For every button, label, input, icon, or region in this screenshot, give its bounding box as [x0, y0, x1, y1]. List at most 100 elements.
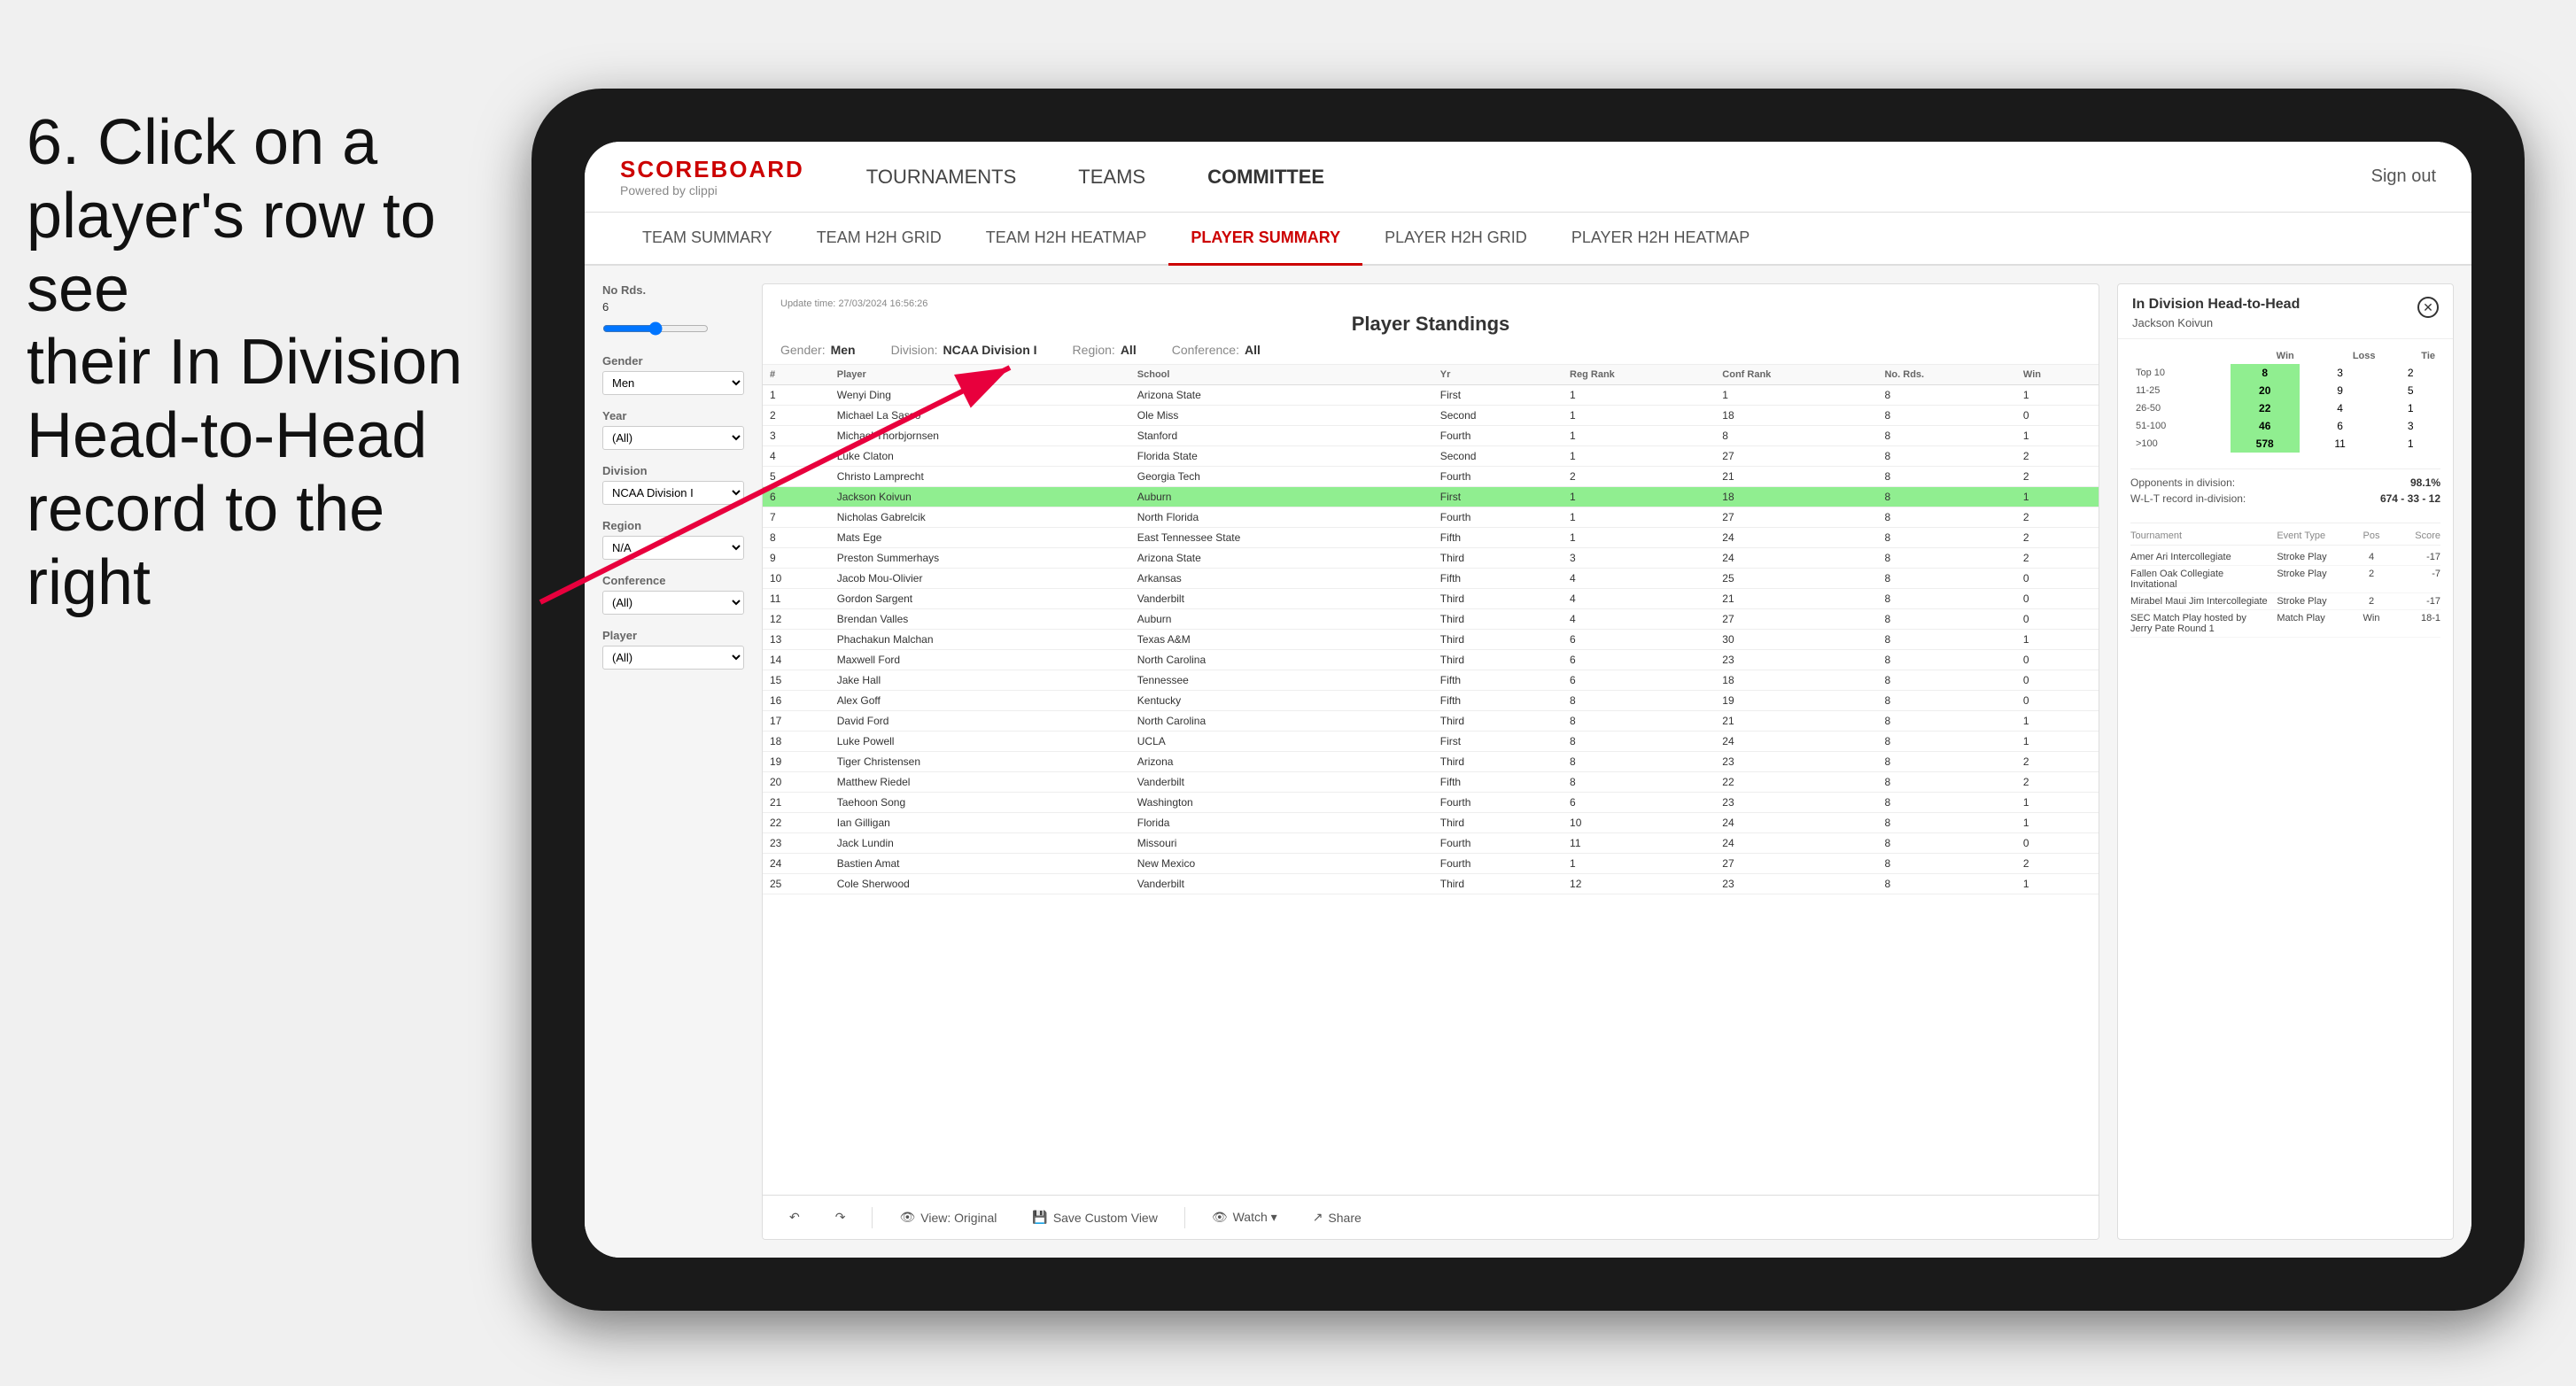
table-row[interactable]: 8 Mats Ege East Tennessee State Fifth 1 …: [763, 528, 2099, 548]
cell-reg: 10: [1563, 813, 1715, 833]
cell-win: 0: [2016, 406, 2099, 426]
cell-conf: 21: [1715, 711, 1877, 732]
table-row[interactable]: 11 Gordon Sargent Vanderbilt Third 4 21 …: [763, 589, 2099, 609]
player-select[interactable]: (All): [602, 646, 744, 670]
sidebar-year: Year (All): [602, 409, 744, 450]
cell-player: Gordon Sargent: [830, 589, 1130, 609]
cell-player: Jake Hall: [830, 670, 1130, 691]
sub-nav-player-h2h-heatmap[interactable]: PLAYER H2H HEATMAP: [1549, 213, 1772, 266]
table-row[interactable]: 21 Taehoon Song Washington Fourth 6 23 8…: [763, 793, 2099, 813]
cell-player: Bastien Amat: [830, 854, 1130, 874]
sign-out-button[interactable]: Sign out: [2371, 166, 2436, 187]
cell-reg: 6: [1563, 670, 1715, 691]
table-row[interactable]: 7 Nicholas Gabrelcik North Florida Fourt…: [763, 507, 2099, 528]
sidebar-conference: Conference (All): [602, 574, 744, 615]
cell-conf: 23: [1715, 752, 1877, 772]
cell-reg: 8: [1563, 711, 1715, 732]
h2h-label: 26-50: [2130, 399, 2231, 417]
cell-reg: 8: [1563, 752, 1715, 772]
standings-table: # Player School Yr Reg Rank Conf Rank No…: [763, 365, 2099, 894]
table-row[interactable]: 9 Preston Summerhays Arizona State Third…: [763, 548, 2099, 569]
h2h-win: 20: [2231, 382, 2300, 399]
sub-nav-player-h2h-grid[interactable]: PLAYER H2H GRID: [1362, 213, 1549, 266]
table-row[interactable]: 1 Wenyi Ding Arizona State First 1 1 8 1: [763, 385, 2099, 406]
watch-btn[interactable]: 👁 Watch ▾: [1203, 1206, 1286, 1228]
redo-btn[interactable]: ↷: [826, 1206, 855, 1228]
table-row[interactable]: 22 Ian Gilligan Florida Third 10 24 8 1: [763, 813, 2099, 833]
cell-rds: 8: [1877, 833, 2015, 854]
sub-nav-team-h2h-grid[interactable]: TEAM H2H GRID: [795, 213, 964, 266]
h2h-divider-1: [2130, 468, 2440, 469]
cell-reg: 6: [1563, 650, 1715, 670]
nav-committee[interactable]: COMMITTEE: [1199, 142, 1333, 213]
division-select[interactable]: NCAA Division I: [602, 481, 744, 505]
table-row[interactable]: 2 Michael La Sasso Ole Miss Second 1 18 …: [763, 406, 2099, 426]
h2h-close-btn[interactable]: ✕: [2417, 297, 2439, 318]
cell-conf: 27: [1715, 507, 1877, 528]
cell-player: Brendan Valles: [830, 609, 1130, 630]
cell-num: 10: [763, 569, 830, 589]
h2h-win: 8: [2231, 364, 2300, 382]
panel-filters: Gender: Men Division: NCAA Division I Re…: [780, 343, 2081, 357]
cell-num: 7: [763, 507, 830, 528]
table-row[interactable]: 13 Phachakun Malchan Texas A&M Third 6 3…: [763, 630, 2099, 650]
table-row[interactable]: 19 Tiger Christensen Arizona Third 8 23 …: [763, 752, 2099, 772]
cell-win: 0: [2016, 569, 2099, 589]
nav-tournaments[interactable]: TOURNAMENTS: [857, 142, 1026, 213]
table-row[interactable]: 17 David Ford North Carolina Third 8 21 …: [763, 711, 2099, 732]
cell-school: East Tennessee State: [1130, 528, 1433, 548]
table-row[interactable]: 16 Alex Goff Kentucky Fifth 8 19 8 0: [763, 691, 2099, 711]
table-scroll: # Player School Yr Reg Rank Conf Rank No…: [763, 365, 2099, 1195]
table-row[interactable]: 12 Brendan Valles Auburn Third 4 27 8 0: [763, 609, 2099, 630]
table-row[interactable]: 5 Christo Lamprecht Georgia Tech Fourth …: [763, 467, 2099, 487]
table-row[interactable]: 18 Luke Powell UCLA First 8 24 8 1: [763, 732, 2099, 752]
cell-num: 12: [763, 609, 830, 630]
cell-rds: 8: [1877, 752, 2015, 772]
table-row[interactable]: 20 Matthew Riedel Vanderbilt Fifth 8 22 …: [763, 772, 2099, 793]
cell-reg: 1: [1563, 854, 1715, 874]
table-row[interactable]: 4 Luke Claton Florida State Second 1 27 …: [763, 446, 2099, 467]
cell-win: 1: [2016, 711, 2099, 732]
region-select[interactable]: N/A: [602, 536, 744, 560]
view-btn[interactable]: 👁 View: Original: [890, 1206, 1005, 1228]
logo-text: SCOREBOARD: [620, 156, 804, 183]
nav-teams[interactable]: TEAMS: [1069, 142, 1154, 213]
undo-btn[interactable]: ↶: [780, 1206, 809, 1228]
cell-yr: Third: [1433, 589, 1563, 609]
conference-select[interactable]: (All): [602, 591, 744, 615]
sub-nav-team-h2h-heatmap[interactable]: TEAM H2H HEATMAP: [964, 213, 1169, 266]
table-row[interactable]: 3 Michael Thorbjornsen Stanford Fourth 1…: [763, 426, 2099, 446]
sub-nav-player-summary[interactable]: PLAYER SUMMARY: [1168, 213, 1362, 266]
table-row[interactable]: 6 Jackson Koivun Auburn First 1 18 8 1: [763, 487, 2099, 507]
table-row[interactable]: 24 Bastien Amat New Mexico Fourth 1 27 8…: [763, 854, 2099, 874]
h2h-col-tie: Tie: [2381, 348, 2441, 364]
cell-player: Matthew Riedel: [830, 772, 1130, 793]
cell-school: Arkansas: [1130, 569, 1433, 589]
h2h-player-name: Jackson Koivun: [2132, 316, 2300, 329]
cell-reg: 8: [1563, 772, 1715, 793]
cell-yr: Fourth: [1433, 426, 1563, 446]
gender-select[interactable]: Men: [602, 371, 744, 395]
year-select[interactable]: (All): [602, 426, 744, 450]
cell-win: 1: [2016, 487, 2099, 507]
sub-nav-team-summary[interactable]: TEAM SUMMARY: [620, 213, 795, 266]
table-row[interactable]: 10 Jacob Mou-Olivier Arkansas Fifth 4 25…: [763, 569, 2099, 589]
sidebar-no-rds-label: No Rds.: [602, 283, 744, 297]
sub-nav: TEAM SUMMARY TEAM H2H GRID TEAM H2H HEAT…: [585, 213, 2471, 266]
cell-num: 22: [763, 813, 830, 833]
center-panel: Update time: 27/03/2024 16:56:26 Player …: [762, 283, 2099, 1240]
cell-win: 2: [2016, 467, 2099, 487]
table-row[interactable]: 14 Maxwell Ford North Carolina Third 6 2…: [763, 650, 2099, 670]
table-row[interactable]: 15 Jake Hall Tennessee Fifth 6 18 8 0: [763, 670, 2099, 691]
cell-win: 0: [2016, 589, 2099, 609]
update-date: 27/03/2024 16:56:26: [838, 298, 927, 309]
share-btn[interactable]: ↗ Share: [1304, 1206, 1370, 1228]
table-row[interactable]: 25 Cole Sherwood Vanderbilt Third 12 23 …: [763, 874, 2099, 894]
filter-division: Division: NCAA Division I: [891, 343, 1037, 357]
no-rds-slider[interactable]: [602, 317, 709, 340]
table-row[interactable]: 23 Jack Lundin Missouri Fourth 11 24 8 0: [763, 833, 2099, 854]
cell-num: 23: [763, 833, 830, 854]
h2h-label: 51-100: [2130, 417, 2231, 435]
save-view-btn[interactable]: 💾 Save Custom View: [1023, 1206, 1166, 1228]
tourn-col-type: Event Type: [2277, 530, 2347, 541]
